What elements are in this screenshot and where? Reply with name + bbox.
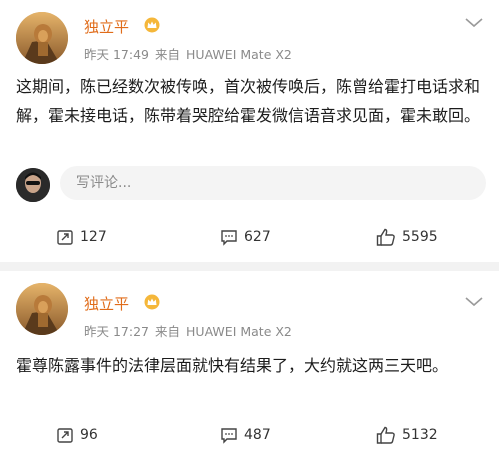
like-button[interactable]: 5595 — [376, 225, 438, 249]
post-time: 昨天 17:27 — [84, 324, 149, 339]
device-source: HUAWEI Mate X2 — [186, 47, 292, 62]
crown-badge-icon — [144, 294, 160, 310]
crown-badge-icon — [144, 17, 160, 33]
author-name[interactable]: 独立平 — [84, 16, 129, 37]
lion-avatar-icon — [16, 283, 68, 335]
post-actions: 96 487 5132 — [0, 423, 499, 447]
post-actions: 127 627 5595 — [0, 225, 499, 249]
thumbs-up-icon — [376, 426, 395, 444]
lion-avatar-icon — [16, 12, 68, 64]
avatar[interactable] — [16, 283, 68, 335]
comment-button[interactable]: 487 — [220, 423, 271, 447]
avatar[interactable] — [16, 12, 68, 64]
repost-icon — [57, 230, 73, 245]
comment-box: 写评论... — [16, 164, 486, 204]
post-time: 昨天 17:49 — [84, 47, 149, 62]
post-divider — [0, 262, 499, 271]
my-avatar — [16, 168, 50, 202]
comment-icon — [221, 230, 237, 246]
comment-button[interactable]: 627 — [220, 225, 271, 249]
repost-button[interactable]: 96 — [56, 423, 98, 447]
post-content: 这期间，陈已经数次被传唤，首次被传唤后，陈曾给霍打电话求和解，霍未接电话，陈带着… — [16, 77, 481, 125]
repost-icon — [57, 428, 73, 443]
comment-count: 487 — [244, 427, 271, 443]
source-prefix: 来自 — [155, 324, 181, 339]
like-button[interactable]: 5132 — [376, 423, 438, 447]
post-content: 霍尊陈露事件的法律层面就快有结果了，大约就这两三天吧。 — [16, 356, 449, 375]
source-prefix: 来自 — [155, 47, 181, 62]
like-count: 5132 — [402, 427, 438, 443]
like-count: 5595 — [402, 229, 438, 245]
comment-input[interactable]: 写评论... — [60, 166, 486, 200]
post-meta: 昨天 17:49 来自 HUAWEI Mate X2 — [84, 44, 298, 63]
thumbs-up-icon — [376, 228, 395, 246]
comment-count: 627 — [244, 229, 271, 245]
chevron-down-icon[interactable] — [465, 18, 483, 28]
device-source: HUAWEI Mate X2 — [186, 324, 292, 339]
post-meta: 昨天 17:27 来自 HUAWEI Mate X2 — [84, 321, 298, 340]
comment-icon — [221, 428, 237, 444]
user-avatar-icon — [16, 168, 50, 202]
repost-count: 127 — [80, 229, 107, 245]
post-card-2: 独立平 昨天 17:27 来自 HUAWEI Mate X2 霍尊陈露事件的法律层面… — [0, 271, 499, 461]
chevron-down-icon[interactable] — [465, 297, 483, 307]
post-card-1: 独立平 昨天 17:49 来自 HUAWEI Mate X2 这期间，陈已经数次被传… — [0, 0, 499, 262]
author-name[interactable]: 独立平 — [84, 293, 129, 314]
repost-count: 96 — [80, 427, 98, 443]
repost-button[interactable]: 127 — [56, 225, 107, 249]
